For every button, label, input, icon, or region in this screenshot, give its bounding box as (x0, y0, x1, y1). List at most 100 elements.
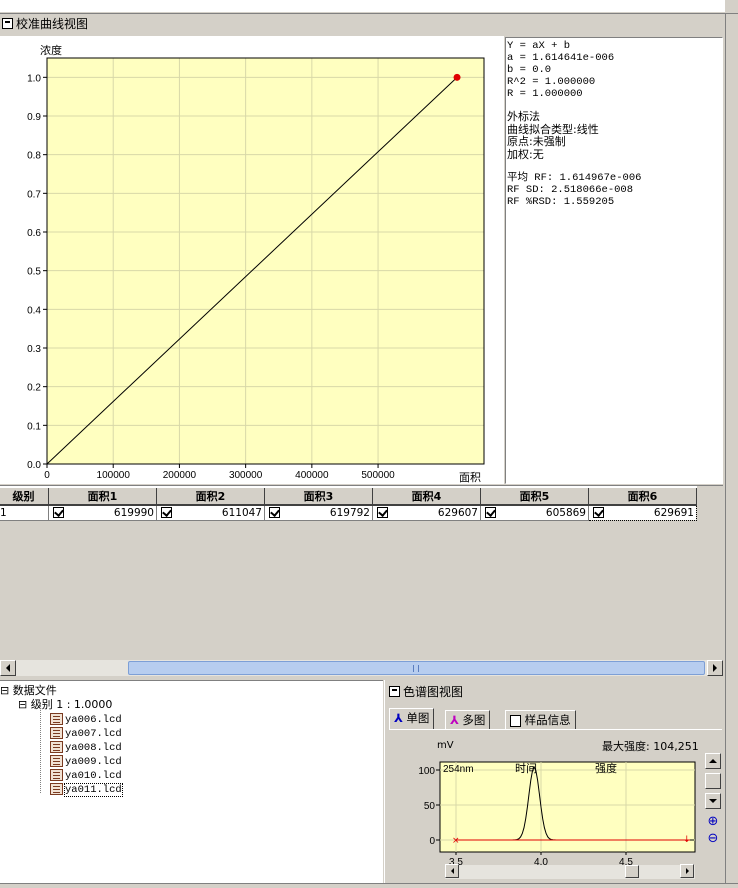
tree-file-item[interactable]: ya009.lcd (50, 754, 122, 768)
multi-chart-icon: ⅄ (450, 713, 459, 727)
area-cell-3[interactable]: 619792 (264, 504, 373, 521)
y-tick-label: 0.2 (27, 383, 41, 394)
single-chart-icon: ⅄ (394, 711, 403, 725)
chromatogram-panel: 色谱图视图 ⅄ 单图 ⅄ 多图 样品信息 最大强度: 104,251 mV 10… (384, 680, 723, 883)
area-value: 611047 (221, 506, 262, 519)
area-cell-1[interactable]: 619990 (48, 504, 157, 521)
y-tick-label: 0.4 (27, 305, 41, 316)
chromatogram-title-text: 色谱图视图 (403, 685, 464, 699)
include-checkbox[interactable] (377, 507, 388, 519)
x-tick-label: 0 (44, 470, 50, 481)
scroll-down-button[interactable] (705, 793, 721, 809)
include-checkbox[interactable] (269, 507, 280, 519)
include-checkbox[interactable] (161, 507, 172, 519)
y-tick-label: 1.0 (27, 73, 41, 84)
table-horizontal-scrollbar[interactable] (0, 660, 723, 676)
include-checkbox[interactable] (485, 507, 496, 519)
x-tick-label: 100000 (97, 470, 131, 481)
y-tick-label: 0.8 (27, 151, 41, 162)
tab-single[interactable]: ⅄ 单图 (389, 708, 435, 730)
method-line: 加权:无 (507, 147, 544, 161)
equation-line: R = 1.000000 (507, 88, 583, 100)
zoom-out-icon[interactable]: ⊖ (705, 830, 721, 846)
data-file-icon (50, 769, 63, 781)
area-header-1[interactable]: 面积1 (48, 486, 157, 506)
fit-info-panel: Y = aX + ba = 1.614641e-006 b = 0.0 R^2 = … (505, 37, 723, 484)
sample-info-icon (510, 714, 521, 727)
tree-level-node[interactable]: ⊟ 级别 1 : 1.0000 (18, 698, 112, 712)
arrow-down-icon (709, 799, 717, 803)
panel-minimize-icon[interactable] (2, 18, 13, 29)
calibration-chart-svg: 0.0 0.1 0.2 0.3 0.4 0.5 0.6 0.7 0.8 0.9 1.0 0 100000… (27, 43, 485, 484)
zoom-in-icon[interactable]: ⊕ (705, 813, 721, 829)
equation-line: a = 1.614641e-006 (507, 52, 615, 64)
tree-file-item[interactable]: ya006.lcd (50, 712, 122, 726)
calibration-panel-title-text: 校准曲线视图 (16, 17, 89, 31)
area-cell-2[interactable]: 611047 (156, 504, 265, 521)
intensity-label: 强度 (595, 761, 617, 775)
chrom-y-tick-label: 0 (429, 836, 435, 847)
tab-sample-info[interactable]: 样品信息 (505, 710, 576, 730)
calibration-chart: 0.0 0.1 0.2 0.3 0.4 0.5 0.6 0.7 0.8 0.9 1.0 0 100000… (0, 36, 504, 484)
chrom-y-tick-label: 100 (418, 766, 435, 777)
equation-line: R^2 = 1.000000 (507, 76, 596, 88)
scroll-right-button[interactable] (707, 660, 723, 676)
y-tick-label: 0.5 (27, 267, 41, 278)
tree-file-item[interactable]: ya010.lcd (50, 768, 122, 782)
tree-file-item[interactable]: ya011.lcd (50, 782, 123, 797)
data-file-icon (50, 783, 63, 795)
scroll-thumb[interactable] (128, 661, 705, 675)
tree-file-label: ya006.lcd (65, 714, 122, 726)
data-file-icon (50, 727, 63, 739)
rf-stat-line: RF %RSD: 1.559205 (507, 196, 615, 208)
tab-single-label: 单图 (406, 711, 430, 725)
level-cell[interactable]: 1 (0, 504, 49, 521)
area-header-5[interactable]: 面积5 (480, 486, 589, 506)
scroll-middle-button[interactable] (705, 773, 721, 789)
wavelength-label: 254nm (443, 764, 474, 775)
y-tick-label: 0.7 (27, 189, 41, 200)
include-checkbox[interactable] (53, 507, 64, 519)
time-label: 时间 (515, 762, 537, 775)
data-file-icon (50, 755, 63, 767)
tree-file-item[interactable]: ya007.lcd (50, 726, 122, 740)
tree-file-label: ya007.lcd (65, 728, 122, 740)
tab-multi[interactable]: ⅄ 多图 (445, 710, 491, 730)
chromatogram-title: 色谱图视图 (387, 683, 463, 701)
area-header-6[interactable]: 面积6 (588, 486, 697, 506)
tree-connector (40, 705, 41, 793)
area-cell-4[interactable]: 629607 (372, 504, 481, 521)
tree-level-label: 级别 1 : 1.0000 (30, 698, 113, 711)
include-checkbox[interactable] (593, 507, 604, 519)
equation-line: Y = aX + b (507, 40, 571, 52)
calibration-point (453, 73, 461, 81)
arrow-left-icon (450, 868, 454, 874)
area-header-3[interactable]: 面积3 (264, 486, 373, 506)
y-tick-label: 0.6 (27, 228, 41, 239)
area-header-2[interactable]: 面积2 (156, 486, 265, 506)
y-tick-label: 0.1 (27, 421, 41, 432)
level-header[interactable]: 级别 (0, 486, 49, 506)
y-tick-label: 0.3 (27, 344, 41, 355)
method-line: 原点:未强制 (507, 135, 566, 148)
scroll-left-button[interactable] (0, 660, 16, 676)
panel-minimize-icon[interactable] (389, 686, 400, 697)
baseline-end-marker: ↓ (683, 835, 691, 845)
baseline-start-marker: × (452, 836, 460, 846)
area-value: 605869 (545, 506, 586, 519)
table-row: 1 619990 611047 619792 629607 605869 629… (0, 504, 697, 521)
rf-stat-line: RF SD: 2.518066e-008 (507, 184, 634, 196)
arrow-left-icon (6, 664, 10, 672)
chrom-scroll-right[interactable] (680, 864, 694, 878)
fit-method-block: 外标法 曲线拟合类型:线性 原点:未强制 加权:无 (507, 110, 599, 161)
area-cell-5[interactable]: 605869 (480, 504, 589, 521)
tree-root[interactable]: ⊟ 数据文件 (0, 684, 57, 698)
area-header-4[interactable]: 面积4 (372, 486, 481, 506)
area-cell-6[interactable]: 629691 (588, 504, 697, 521)
data-file-icon (50, 713, 63, 725)
scroll-up-button[interactable] (705, 753, 721, 769)
chrom-scroll-left[interactable] (445, 864, 459, 878)
tree-file-item[interactable]: ya008.lcd (50, 740, 122, 754)
chromatogram-scrollbar[interactable] (445, 864, 695, 879)
chrom-scroll-thumb[interactable] (625, 865, 639, 878)
